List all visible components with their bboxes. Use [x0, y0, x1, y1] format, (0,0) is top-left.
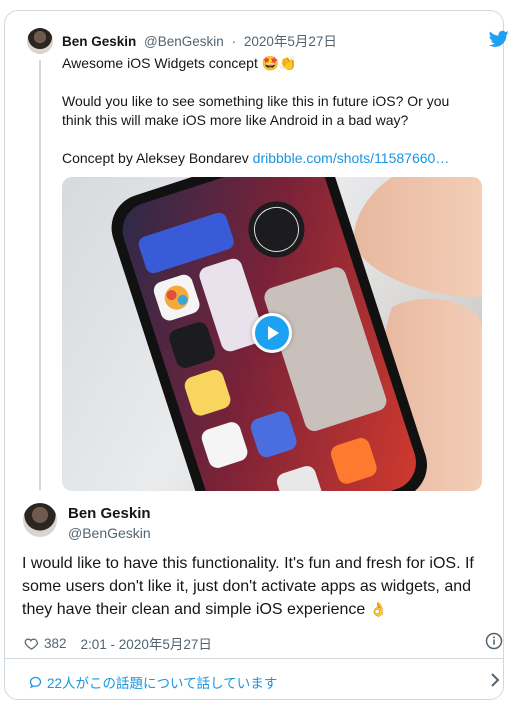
main-tweet-text: I would like to have this functionality.… — [22, 552, 492, 621]
conversation-text[interactable]: 22人がこの話題について話しています — [47, 672, 277, 692]
tweet-timestamp[interactable]: 2:01 - 2020年5月27日 — [81, 633, 212, 653]
play-icon — [268, 326, 279, 340]
like-count[interactable]: 382 — [44, 636, 67, 651]
tweet-meta-row: 382 2:01 - 2020年5月27日 — [24, 633, 212, 653]
parent-tweet-author-name[interactable]: Ben Geskin — [62, 34, 136, 49]
parent-tweet-text: Awesome iOS Widgets concept 🤩👏 Would you… — [62, 54, 482, 187]
main-tweet-author-name[interactable]: Ben Geskin — [68, 505, 151, 522]
main-tweet-author-handle[interactable]: @BenGeskin — [68, 525, 151, 541]
star-struck-clap-emoji: 🤩👏 — [261, 55, 297, 71]
ok-hand-emoji: 👌 — [369, 601, 388, 617]
thread-connector — [39, 60, 41, 490]
dribbble-link[interactable]: dribbble.com/shots/11587660… — [253, 150, 450, 166]
heart-icon[interactable] — [24, 636, 39, 651]
speech-bubble-icon — [29, 676, 42, 688]
parent-tweet-date[interactable]: 2020年5月27日 — [244, 34, 337, 49]
parent-tweet-header: Ben Geskin @BenGeskin · 2020年5月27日 — [62, 30, 337, 50]
parent-tweet-avatar[interactable] — [27, 28, 53, 54]
twitter-bird-icon[interactable] — [489, 30, 509, 48]
conversation-link[interactable]: 22人がこの話題について話しています — [28, 672, 277, 692]
parent-tweet-line-2: Would you like to see something like thi… — [62, 93, 450, 128]
footer-divider — [4, 658, 504, 659]
main-tweet-avatar[interactable] — [23, 503, 57, 537]
parent-tweet-author-handle[interactable]: @BenGeskin — [144, 34, 224, 49]
parent-tweet-line-3: Concept by Aleksey Bondarev — [62, 150, 249, 166]
parent-tweet-line-1: Awesome iOS Widgets concept — [62, 55, 258, 71]
play-video-button[interactable] — [252, 313, 292, 353]
header-separator: · — [231, 34, 237, 49]
info-icon[interactable] — [485, 632, 503, 650]
video-thumbnail[interactable] — [62, 177, 482, 491]
main-tweet-body: I would like to have this functionality.… — [22, 555, 474, 618]
chevron-right-icon[interactable] — [489, 673, 501, 687]
